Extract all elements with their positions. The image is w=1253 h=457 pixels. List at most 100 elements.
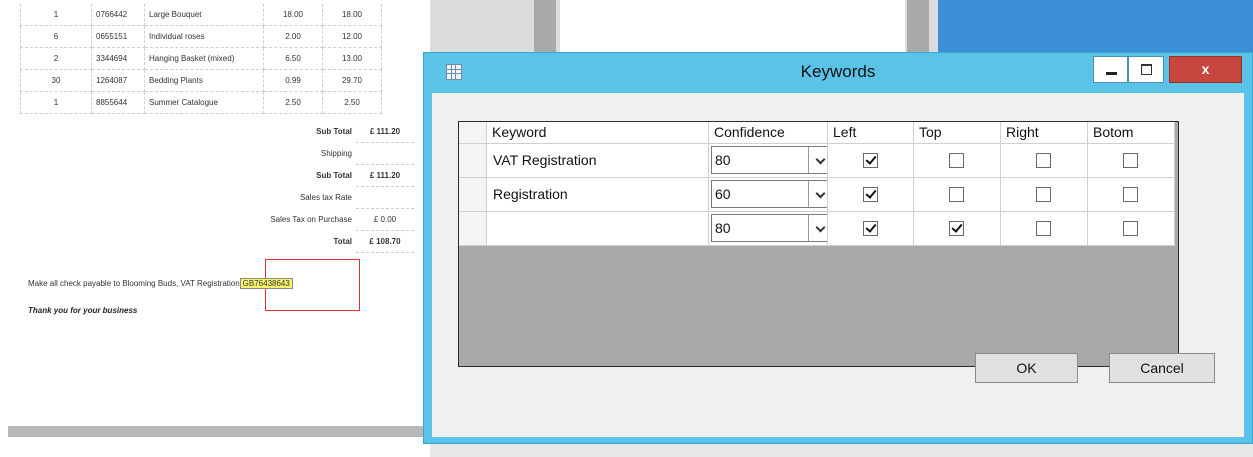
chevron-down-icon[interactable] [808, 147, 827, 173]
bottom-checkbox[interactable] [1123, 186, 1138, 202]
payment-note: Make all check payable to Blooming Buds,… [28, 278, 293, 289]
invoice-cell-description: Summer Catalogue [144, 91, 264, 114]
thanks-text: Thank you for your business [28, 306, 138, 315]
bottom-cell [1088, 212, 1175, 246]
maximize-button[interactable] [1128, 56, 1164, 83]
invoice-cell-qty: 1 [20, 4, 92, 26]
dialog-titlebar[interactable]: Keywords x [424, 53, 1252, 93]
invoice-document: 1 0766442 Large Bouquet 18.00 18.00 6 0655151 I… [0, 0, 430, 437]
document-horizontal-scrollbar[interactable] [8, 426, 430, 437]
invoice-cell-description: Hanging Basket (mixed) [144, 47, 264, 70]
invoice-cell-code: 0655151 [91, 25, 145, 48]
invoice-cell-code: 3344694 [91, 47, 145, 70]
bottom-checkbox[interactable] [1123, 220, 1138, 236]
summary-value [356, 142, 414, 165]
summary-row: Shipping [210, 142, 414, 165]
invoice-cell-total: 13.00 [322, 47, 382, 70]
confidence-combobox[interactable]: 80 [711, 146, 827, 174]
invoice-cell-qty: 1 [20, 91, 92, 114]
summary-row: Sub Total £ 111.20 [210, 121, 414, 143]
top-checkbox[interactable] [949, 220, 964, 236]
summary-value: £ 108.70 [356, 230, 414, 253]
invoice-row: 1 8855644 Summer Catalogue 2.50 2.50 [20, 91, 382, 114]
grid-corner-header [459, 122, 487, 144]
keyword-cell[interactable] [487, 212, 709, 246]
invoice-cell-price: 2.50 [263, 91, 323, 114]
bottom-cell [1088, 178, 1175, 212]
invoice-summary-table: Sub Total £ 111.20 Shipping Sub Total £ 111.… [210, 121, 414, 253]
top-checkbox[interactable] [949, 152, 964, 168]
confidence-combobox[interactable]: 80 [711, 214, 827, 242]
right-cell [1001, 144, 1088, 178]
keyword-cell[interactable]: VAT Registration [487, 144, 709, 178]
keywords-dialog: Keywords x Keyword Confidence Left Top Right… [423, 52, 1253, 444]
invoice-cell-description: Large Bouquet [144, 4, 264, 26]
minimize-button[interactable] [1093, 56, 1128, 83]
top-checkbox[interactable] [949, 186, 964, 202]
invoice-cell-total: 29.70 [322, 69, 382, 92]
invoice-cell-code: 8855644 [91, 91, 145, 114]
invoice-cell-code: 1264087 [91, 69, 145, 92]
cancel-button[interactable]: Cancel [1109, 353, 1215, 383]
confidence-cell: 80 [709, 144, 828, 178]
ok-button[interactable]: OK [975, 353, 1078, 383]
summary-row: Total £ 108.70 [210, 230, 414, 253]
invoice-cell-description: Bedding Plants [144, 69, 264, 92]
column-header-top[interactable]: Top [914, 122, 1001, 144]
summary-row: Sales Tax on Purchase £ 0.00 [210, 208, 414, 231]
column-header-bottom[interactable]: Botom [1088, 122, 1175, 144]
left-cell [828, 144, 914, 178]
invoice-row: 30 1264087 Bedding Plants 0.99 29.70 [20, 69, 382, 92]
background-pane [560, 0, 905, 52]
summary-label: Shipping [320, 149, 352, 158]
bottom-cell [1088, 144, 1175, 178]
confidence-cell: 80 [709, 212, 828, 246]
summary-label: Sub Total [316, 127, 352, 137]
invoice-cell-qty: 2 [20, 47, 92, 70]
invoice-cell-price: 6.50 [263, 47, 323, 70]
background-scrollbar[interactable] [534, 0, 556, 52]
summary-value: £ 0.00 [356, 208, 414, 231]
column-header-right[interactable]: Right [1001, 122, 1088, 144]
confidence-value: 80 [715, 152, 731, 168]
summary-label: Sales tax Rate [299, 193, 352, 202]
background-scrollbar-2[interactable] [907, 0, 929, 52]
row-header[interactable] [459, 178, 487, 212]
keywords-grid[interactable]: Keyword Confidence Left Top Right Botom VAT R… [458, 121, 1179, 367]
column-header-confidence[interactable]: Confidence [709, 122, 828, 144]
row-header[interactable] [459, 212, 487, 246]
right-checkbox[interactable] [1036, 220, 1051, 236]
summary-row: Sub Total £ 111.20 [210, 164, 414, 187]
background-titlebar [938, 0, 1253, 52]
confidence-value: 60 [715, 186, 731, 202]
invoice-cell-total: 12.00 [322, 25, 382, 48]
summary-label: Sub Total [316, 171, 352, 180]
right-checkbox[interactable] [1036, 152, 1051, 168]
invoice-row: 6 0655151 Individual roses 2.00 12.00 [20, 25, 382, 48]
invoice-cell-qty: 30 [20, 69, 92, 92]
column-header-left[interactable]: Left [828, 122, 914, 144]
invoice-cell-price: 0.99 [263, 69, 323, 92]
right-checkbox[interactable] [1036, 186, 1051, 202]
invoice-items-table: 1 0766442 Large Bouquet 18.00 18.00 6 0655151 I… [20, 4, 382, 114]
chevron-down-icon[interactable] [808, 215, 827, 241]
invoice-cell-total: 18.00 [322, 4, 382, 26]
close-button[interactable]: x [1169, 56, 1242, 83]
invoice-cell-qty: 6 [20, 25, 92, 48]
left-cell [828, 178, 914, 212]
left-checkbox[interactable] [862, 186, 878, 202]
summary-value [356, 186, 414, 209]
payment-note-text: Make all check payable to Blooming Buds,… [28, 279, 240, 288]
bottom-checkbox[interactable] [1123, 152, 1138, 168]
column-header-keyword[interactable]: Keyword [487, 122, 709, 144]
vat-number: GB76438643 [239, 278, 293, 289]
left-checkbox[interactable] [862, 152, 878, 168]
invoice-row: 2 3344694 Hanging Basket (mixed) 6.50 13.00 [20, 47, 382, 70]
confidence-combobox[interactable]: 60 [711, 180, 827, 208]
row-header[interactable] [459, 144, 487, 178]
chevron-down-icon[interactable] [808, 181, 827, 207]
left-checkbox[interactable] [862, 220, 878, 236]
right-cell [1001, 178, 1088, 212]
top-cell [914, 144, 1001, 178]
keyword-cell[interactable]: Registration [487, 178, 709, 212]
